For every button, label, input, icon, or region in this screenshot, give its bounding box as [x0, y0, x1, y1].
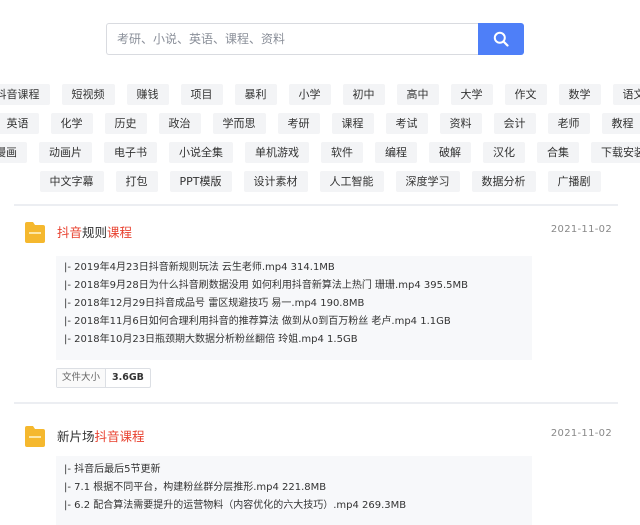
tag[interactable]: 小学 — [288, 84, 331, 105]
tag[interactable]: 设计素材 — [243, 171, 308, 192]
tag[interactable]: 暴利 — [234, 84, 277, 105]
tag-row: 抖音课程 短视频 赚钱 项目 暴利 小学 初中 高中 大学 作文 数学 语文 — [0, 84, 640, 105]
tag[interactable]: 课程 — [331, 113, 374, 134]
file-item: |- 2018年12月29日抖音成品号 雷区规避技巧 易一.mp4 190.8M… — [64, 298, 365, 309]
result-date: 2021-11-02 — [550, 224, 612, 235]
tag[interactable]: 语文 — [612, 84, 640, 105]
file-item: |- 7.1 根据不同平台，构建粉丝群分层推形.mp4 221.8MB — [64, 482, 327, 493]
tag[interactable]: 广播剧 — [547, 171, 601, 192]
tag[interactable]: 汉化 — [483, 142, 525, 163]
search-input[interactable] — [106, 23, 478, 55]
tag[interactable]: 抖音课程 — [0, 84, 50, 105]
tag[interactable]: 会计 — [493, 113, 536, 134]
tag-row: 漫画 动画片 电子书 小说全集 单机游戏 软件 编程 破解 汉化 合集 下载安装 — [0, 142, 640, 163]
search-button[interactable] — [478, 23, 524, 55]
folder-icon — [25, 222, 45, 243]
title-highlight: 抖音课程 — [94, 429, 145, 444]
tag[interactable]: 合集 — [537, 142, 579, 163]
tag[interactable]: 单机游戏 — [245, 142, 309, 163]
title-text: 新片场 — [57, 429, 95, 444]
search-icon — [493, 31, 509, 47]
file-list: |- 抖音后最后5节更新 |- 7.1 根据不同平台，构建粉丝群分层推形.mp4… — [56, 456, 532, 525]
tag[interactable]: 项目 — [180, 84, 223, 105]
tag[interactable]: 化学 — [50, 113, 93, 134]
tag[interactable]: 大学 — [450, 84, 493, 105]
result-card: 新片场抖音课程 2021-11-02 |- 抖音后最后5节更新 |- 7.1 根… — [14, 404, 618, 525]
tag[interactable]: 数据分析 — [471, 171, 536, 192]
tag[interactable]: 英语 — [0, 113, 39, 134]
title-highlight: 抖音 — [57, 225, 83, 240]
tag[interactable]: 数学 — [558, 84, 601, 105]
tag[interactable]: 软件 — [321, 142, 363, 163]
tag[interactable]: 初中 — [342, 84, 385, 105]
file-list: |- 2019年4月23日抖音新规则玩法 云生老师.mp4 314.1MB |-… — [56, 256, 532, 360]
file-size-label: 文件大小 — [57, 369, 107, 387]
tag[interactable]: PPT模版 — [169, 171, 232, 192]
tag[interactable]: 漫画 — [0, 142, 27, 163]
tag[interactable]: 考试 — [385, 113, 428, 134]
file-item: |- 2018年10月23日瓶颈期大数据分析粉丝翻倍 玲姐.mp4 1.5GB — [64, 334, 358, 345]
tag[interactable]: 资料 — [439, 113, 482, 134]
tag[interactable]: 人工智能 — [319, 171, 384, 192]
tag-row: 中文字幕 打包 PPT模版 设计素材 人工智能 深度学习 数据分析 广播剧 — [0, 171, 640, 192]
tag[interactable]: 政治 — [158, 113, 201, 134]
tag[interactable]: 短视频 — [61, 84, 115, 105]
tag[interactable]: 老师 — [547, 113, 590, 134]
file-size-value: 3.6GB — [112, 372, 144, 383]
tag[interactable]: 动画片 — [39, 142, 92, 163]
tag[interactable]: 赚钱 — [126, 84, 169, 105]
tag[interactable]: 深度学习 — [395, 171, 460, 192]
tag[interactable]: 高中 — [396, 84, 439, 105]
title-text: 规则 — [82, 225, 108, 240]
file-item: |- 6.2 配合算法需要提升的运营物料（内容优化的六大技巧）.mp4 269.… — [64, 500, 407, 511]
tag[interactable]: 小说全集 — [169, 142, 233, 163]
tag[interactable]: 学而思 — [212, 113, 266, 134]
result-title[interactable]: 抖音规则课程 — [57, 222, 132, 241]
title-highlight: 课程 — [107, 225, 133, 240]
tag[interactable]: 历史 — [104, 113, 147, 134]
tag[interactable]: 电子书 — [104, 142, 157, 163]
tag[interactable]: 编程 — [375, 142, 417, 163]
tag[interactable]: 教程 — [601, 113, 640, 134]
tag[interactable]: 作文 — [504, 84, 547, 105]
file-item: |- 2018年11月6日如何合理利用抖音的推荐算法 做到从0到百万粉丝 老卢.… — [64, 316, 451, 327]
file-item: |- 抖音后最后5节更新 — [64, 464, 161, 475]
tag[interactable]: 考研 — [277, 113, 320, 134]
result-card: 抖音规则课程 2021-11-02 |- 2019年4月23日抖音新规则玩法 云… — [14, 206, 618, 400]
file-size-badge: 文件大小 3.6GB — [56, 368, 151, 388]
tag-cloud: 抖音课程 短视频 赚钱 项目 暴利 小学 初中 高中 大学 作文 数学 语文 英… — [0, 84, 640, 200]
tag-row: 英语 化学 历史 政治 学而思 考研 课程 考试 资料 会计 老师 教程 — [0, 113, 640, 134]
tag[interactable]: 破解 — [429, 142, 471, 163]
folder-icon — [25, 426, 45, 447]
file-item: |- 2018年9月28日为什么抖音刷数据没用 如何利用抖音新算法上热门 珊珊.… — [64, 280, 468, 291]
result-date: 2021-11-02 — [550, 428, 612, 439]
tag[interactable]: 下载安装 — [591, 142, 640, 163]
search-bar — [106, 23, 524, 55]
tag[interactable]: 中文字幕 — [39, 171, 104, 192]
file-item: |- 2019年4月23日抖音新规则玩法 云生老师.mp4 314.1MB — [64, 262, 335, 273]
tag[interactable]: 打包 — [115, 171, 158, 192]
result-title[interactable]: 新片场抖音课程 — [57, 426, 145, 445]
